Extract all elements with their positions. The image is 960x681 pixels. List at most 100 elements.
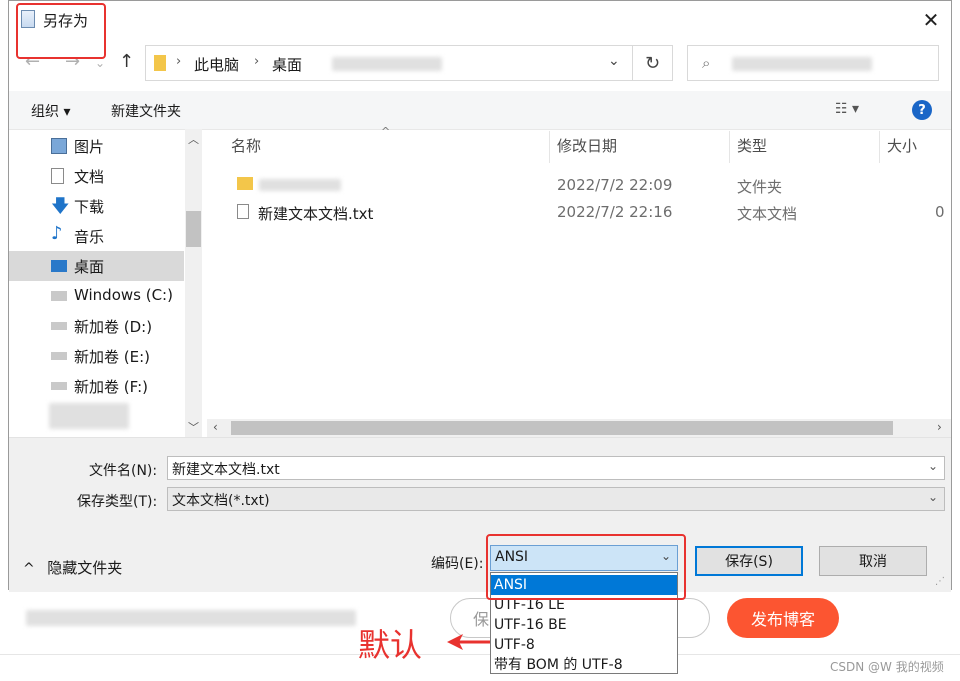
drive-icon bbox=[51, 382, 67, 390]
nav-item-pictures[interactable]: 图片 bbox=[9, 131, 184, 161]
close-icon: ✕ bbox=[922, 8, 940, 32]
scroll-down-icon[interactable]: ﹀ bbox=[188, 419, 199, 435]
column-separator[interactable] bbox=[729, 131, 730, 163]
column-name[interactable]: 名称 bbox=[231, 135, 261, 165]
divider bbox=[0, 654, 960, 655]
encoding-option-utf16be[interactable]: UTF-16 BE bbox=[491, 615, 677, 635]
cancel-label: 取消 bbox=[859, 554, 887, 570]
breadcrumb-chevron-icon: › bbox=[176, 54, 182, 69]
publish-blog-label: 发布博客 bbox=[750, 610, 815, 629]
nav-item-drive-f[interactable]: 新加卷 (F:) bbox=[9, 371, 184, 401]
encoding-option-utf8[interactable]: UTF-8 bbox=[491, 635, 677, 655]
folder-icon bbox=[237, 177, 253, 190]
file-date: 2022/7/2 22:09 bbox=[557, 176, 673, 194]
address-dropdown-icon[interactable]: ⌄ bbox=[608, 53, 620, 69]
navigation-pane: 图片 文档 🡇 下载 ♪ 音乐 桌面 Windows (C:) 新加卷 (D:) bbox=[9, 129, 184, 437]
address-bar[interactable]: › 此电脑 › 桌面 ⌄ bbox=[145, 45, 633, 81]
nav-label: 桌面 bbox=[74, 258, 105, 276]
nav-label: Windows (C:) bbox=[74, 286, 173, 304]
nav-scrollbar[interactable]: ︿ ﹀ bbox=[185, 129, 202, 437]
column-date-modified[interactable]: 修改日期 bbox=[557, 135, 617, 165]
breadcrumb-this-pc[interactable]: 此电脑 bbox=[194, 54, 239, 75]
file-size: 0 bbox=[935, 203, 945, 221]
toolbar: 组织 ▾ 新建文件夹 ☷ ▾ ? bbox=[9, 91, 951, 130]
up-button[interactable]: ↑ bbox=[119, 51, 134, 72]
annotation-box-title bbox=[16, 3, 106, 59]
nav-label: 文档 bbox=[74, 168, 105, 186]
new-folder-button[interactable]: 新建文件夹 bbox=[111, 101, 181, 121]
breadcrumb-desktop[interactable]: 桌面 bbox=[272, 54, 302, 75]
file-name: 新建文本文档.txt bbox=[258, 205, 374, 223]
title-bar: 另存为 ✕ bbox=[9, 1, 951, 39]
blurred-path bbox=[332, 57, 442, 71]
filetype-select[interactable]: 文本文档(*.txt) ⌄ bbox=[167, 487, 945, 511]
chevron-down-icon[interactable]: ⌄ bbox=[928, 490, 938, 504]
search-input[interactable]: ⌕ bbox=[687, 45, 939, 81]
filename-value: 新建文本文档.txt bbox=[172, 462, 280, 478]
breadcrumb-chevron-icon: › bbox=[254, 54, 260, 69]
resize-grip-icon[interactable]: ⋰ bbox=[935, 576, 945, 587]
scroll-left-icon[interactable]: ‹ bbox=[213, 420, 218, 434]
nav-label: 图片 bbox=[74, 138, 105, 156]
cancel-button[interactable]: 取消 bbox=[819, 546, 927, 576]
file-type: 文本文档 bbox=[737, 205, 798, 223]
file-type: 文件夹 bbox=[737, 178, 783, 196]
encoding-label: 编码(E): bbox=[431, 556, 484, 572]
filename-input[interactable]: 新建文本文档.txt ⌄ bbox=[167, 456, 945, 480]
nav-item-desktop[interactable]: 桌面 bbox=[9, 251, 184, 281]
file-date: 2022/7/2 22:16 bbox=[557, 203, 673, 221]
nav-item-drive-d[interactable]: 新加卷 (D:) bbox=[9, 311, 184, 341]
annotation-box-encoding bbox=[486, 534, 686, 600]
nav-label: 下载 bbox=[74, 198, 105, 216]
publish-blog-button[interactable]: 发布博客 bbox=[727, 598, 839, 638]
column-type[interactable]: 类型 bbox=[737, 135, 767, 165]
text-file-icon bbox=[237, 204, 249, 219]
save-label: 保存(S) bbox=[725, 554, 773, 570]
nav-item-documents[interactable]: 文档 bbox=[9, 161, 184, 191]
chevron-down-icon[interactable]: ⌄ bbox=[928, 459, 938, 473]
nav-label: 新加卷 (E:) bbox=[74, 348, 151, 366]
nav-item-drive-e[interactable]: 新加卷 (E:) bbox=[9, 341, 184, 371]
nav-scrollbar-thumb[interactable] bbox=[186, 211, 201, 247]
annotation-arrow-icon bbox=[447, 634, 491, 650]
save-options-area: 文件名(N): 新建文本文档.txt ⌄ 保存类型(T): 文本文档(*.txt… bbox=[9, 437, 951, 592]
nav-item-music[interactable]: ♪ 音乐 bbox=[9, 221, 184, 251]
desktop-icon bbox=[51, 260, 67, 272]
file-list-scrollbar-thumb[interactable] bbox=[231, 421, 893, 435]
drive-icon bbox=[51, 322, 67, 330]
nav-item-downloads[interactable]: 🡇 下载 bbox=[9, 191, 184, 221]
folder-icon bbox=[154, 55, 166, 71]
view-options-icon[interactable]: ☷ ▾ bbox=[835, 101, 859, 117]
help-icon[interactable]: ? bbox=[912, 100, 932, 120]
blurred-search-placeholder bbox=[732, 57, 872, 71]
column-separator[interactable] bbox=[549, 131, 550, 163]
save-button[interactable]: 保存(S) bbox=[695, 546, 803, 576]
refresh-icon: ↻ bbox=[644, 52, 661, 74]
file-row-txt[interactable]: 新建文本文档.txt 2022/7/2 22:16 文本文档 0 bbox=[229, 200, 949, 224]
music-icon: ♪ bbox=[51, 223, 63, 244]
save-as-dialog: 另存为 ✕ ← → ⌄ ↑ › 此电脑 › 桌面 ⌄ ↻ ⌕ 组织 ▾ 新建文件… bbox=[8, 0, 952, 592]
hide-folders-label: 隐藏文件夹 bbox=[47, 559, 123, 577]
encoding-option-utf8-bom[interactable]: 带有 BOM 的 UTF-8 bbox=[491, 655, 677, 675]
scroll-up-icon[interactable]: ︿ bbox=[188, 131, 199, 147]
nav-item-drive-c[interactable]: Windows (C:) bbox=[9, 281, 184, 311]
hide-folders-toggle[interactable]: ^ 隐藏文件夹 bbox=[23, 557, 122, 578]
file-row-folder[interactable]: 2022/7/2 22:09 文件夹 bbox=[229, 173, 949, 197]
column-separator[interactable] bbox=[879, 131, 880, 163]
filetype-label: 保存类型(T): bbox=[77, 494, 158, 510]
annotation-default: 默认 bbox=[358, 626, 423, 664]
close-button[interactable]: ✕ bbox=[917, 7, 945, 33]
watermark: CSDN @W 我的视频 bbox=[830, 660, 944, 674]
scroll-right-icon[interactable]: › bbox=[937, 420, 942, 434]
column-size[interactable]: 大小 bbox=[887, 135, 917, 165]
nav-label: 新加卷 (F:) bbox=[74, 378, 148, 396]
nav-label: 音乐 bbox=[74, 228, 105, 246]
sort-indicator-icon: ^ bbox=[381, 125, 391, 138]
refresh-button[interactable]: ↻ bbox=[633, 45, 673, 81]
download-icon: 🡇 bbox=[51, 196, 70, 217]
filename-label: 文件名(N): bbox=[89, 463, 158, 479]
documents-icon bbox=[51, 168, 64, 184]
save-draft-label: 保 bbox=[473, 610, 490, 629]
organize-menu[interactable]: 组织 ▾ bbox=[31, 101, 70, 121]
filetype-value: 文本文档(*.txt) bbox=[172, 493, 270, 509]
